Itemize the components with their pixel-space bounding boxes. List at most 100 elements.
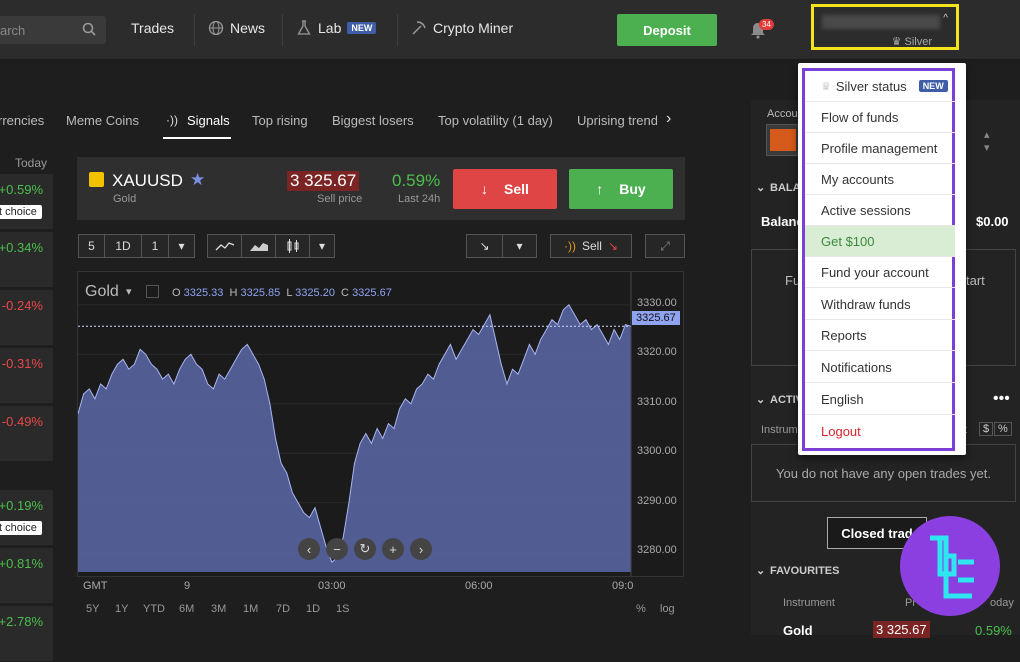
range-1m[interactable]: 1M: [243, 603, 258, 615]
y-tick: 3330.00: [637, 296, 677, 309]
trend-arrow-icon[interactable]: ↘: [466, 234, 503, 258]
range-5y[interactable]: 5Y: [86, 603, 99, 615]
dollar-toggle[interactable]: $: [979, 422, 994, 436]
toolbar-count[interactable]: 1: [141, 234, 169, 258]
list-item[interactable]: +0.19% t choice: [0, 490, 53, 546]
toolbar-period[interactable]: 1D: [104, 234, 142, 258]
favourites-header[interactable]: FAVOURITES: [770, 565, 839, 577]
notification-count-badge: 34: [759, 19, 774, 30]
balance-section-header[interactable]: BALA: [770, 182, 801, 194]
nav-crypto-miner[interactable]: Crypto Miner: [411, 20, 513, 36]
globe-icon: [208, 20, 224, 36]
list-item-change: +0.81%: [0, 556, 43, 571]
dropdown-item-flow-of-funds[interactable]: Flow of funds: [805, 102, 955, 133]
tab-biggest-losers[interactable]: Biggest losers: [332, 113, 414, 128]
chevron-down-icon[interactable]: ⌄: [756, 564, 765, 577]
dropdown-item-english[interactable]: English: [805, 384, 955, 415]
dropdown-item-label: Logout: [821, 424, 861, 439]
zoom-out-icon[interactable]: −: [326, 538, 348, 560]
log-scale-toggle[interactable]: log: [660, 603, 675, 615]
gold-icon: [89, 172, 104, 187]
percent-scale-toggle[interactable]: %: [636, 603, 646, 615]
dropdown-item-silver-status[interactable]: ♛ Silver status NEW: [805, 71, 955, 102]
tab-currencies[interactable]: rrencies: [0, 113, 44, 128]
dropdown-item-logout[interactable]: Logout: [805, 416, 955, 447]
fav-instrument-name[interactable]: Gold: [783, 623, 813, 638]
range-1y[interactable]: 1Y: [115, 603, 128, 615]
tab-uprising-trend[interactable]: Uprising trend: [577, 113, 657, 128]
dropdown-item-withdraw-funds[interactable]: Withdraw funds: [805, 289, 955, 320]
range-1s[interactable]: 1S: [336, 603, 349, 615]
range-7d[interactable]: 7D: [276, 603, 290, 615]
dropdown-item-get-100[interactable]: Get $100: [805, 226, 955, 257]
chart-title[interactable]: Gold: [85, 283, 119, 301]
tab-top-volatility[interactable]: Top volatility (1 day): [438, 113, 553, 128]
start-card-text-right: tart: [966, 273, 985, 288]
dropdown-item-notifications[interactable]: Notifications: [805, 352, 955, 383]
range-1d[interactable]: 1D: [306, 603, 320, 615]
chevron-down-icon[interactable]: ▾: [309, 234, 335, 258]
deposit-button[interactable]: Deposit: [617, 14, 717, 46]
range-ytd[interactable]: YTD: [143, 603, 165, 615]
candlestick-icon[interactable]: [275, 234, 310, 258]
nav-trades[interactable]: Trades: [131, 20, 174, 36]
chevron-down-icon[interactable]: ▾: [168, 234, 195, 258]
range-3m[interactable]: 3M: [211, 603, 226, 615]
chevron-up-down-icon[interactable]: ▴ ▾: [984, 128, 990, 154]
list-item-change: -0.31%: [1, 356, 43, 371]
toolbar-num[interactable]: 5: [78, 234, 105, 258]
instrument-column-header: Instrum: [761, 424, 798, 436]
account-logo-icon: [770, 129, 796, 151]
chevron-left-icon[interactable]: ‹: [298, 538, 320, 560]
price-chart[interactable]: [77, 271, 684, 577]
fav-instrument-header: Instrument: [783, 597, 835, 609]
nav-news[interactable]: News: [208, 20, 265, 36]
chevron-right-icon[interactable]: ›: [410, 538, 432, 560]
dropdown-item-fund-your-account[interactable]: Fund your account: [805, 257, 955, 288]
list-item[interactable]: -0.49%: [0, 406, 53, 462]
list-item[interactable]: +2.78%: [0, 606, 53, 662]
tab-meme-coins[interactable]: Meme Coins: [66, 113, 139, 128]
zoom-in-icon[interactable]: +: [382, 538, 404, 560]
ohlc-readout: O 3325.33 H 3325.85 L 3325.20 C 3325.67: [172, 287, 392, 299]
dropdown-item-my-accounts[interactable]: My accounts: [805, 164, 955, 195]
sell-button[interactable]: ↓ Sell: [453, 169, 557, 209]
fullscreen-icon[interactable]: ⤢: [645, 234, 685, 258]
dropdown-item-active-sessions[interactable]: Active sessions: [805, 195, 955, 226]
search-input[interactable]: arch: [0, 16, 106, 44]
buy-button[interactable]: ↑ Buy: [569, 169, 673, 209]
account-menu-button[interactable]: ^ ♛ Silver: [811, 4, 959, 50]
list-item-change: -0.24%: [1, 298, 43, 313]
nav-lab[interactable]: Lab NEW: [296, 20, 377, 36]
percent-toggle[interactable]: %: [994, 422, 1012, 436]
range-6m[interactable]: 6M: [179, 603, 194, 615]
signal-sell-button[interactable]: ·)) Sell ↘: [550, 234, 632, 258]
area-chart-icon[interactable]: [241, 234, 276, 258]
indicator-icon[interactable]: [146, 285, 159, 298]
list-item[interactable]: +0.59% t choice: [0, 174, 53, 230]
chevron-down-icon[interactable]: ⌄: [756, 181, 765, 194]
crown-icon: ♛: [891, 36, 905, 48]
dropdown-item-profile-management[interactable]: Profile management: [805, 133, 955, 164]
account-tier: ♛ Silver: [892, 35, 932, 48]
ohlc-open: 3325.33: [183, 287, 224, 299]
chevron-down-icon[interactable]: ▾: [502, 234, 537, 258]
chevron-down-icon[interactable]: ▾: [126, 285, 132, 298]
list-item[interactable]: -0.24%: [0, 290, 53, 346]
sell-button-label: Sell: [504, 181, 529, 197]
dropdown-item-label: Profile management: [821, 140, 938, 156]
favourite-star-icon[interactable]: ★: [190, 170, 205, 190]
list-item[interactable]: +0.81%: [0, 548, 53, 604]
ohlc-low: 3325.20: [295, 287, 335, 299]
chevron-down-icon[interactable]: ⌄: [756, 393, 765, 406]
tab-signals[interactable]: Signals: [187, 113, 230, 128]
line-chart-icon[interactable]: [207, 234, 242, 258]
dropdown-item-reports[interactable]: Reports: [805, 320, 955, 351]
list-item[interactable]: -0.31%: [0, 348, 53, 404]
y-tick: 3300.00: [637, 445, 677, 458]
reset-icon[interactable]: ↻: [354, 538, 376, 560]
more-options-icon[interactable]: •••: [993, 390, 1010, 408]
chevron-right-icon[interactable]: ›: [666, 110, 671, 128]
list-item[interactable]: +0.34%: [0, 232, 53, 288]
tab-top-rising[interactable]: Top rising: [252, 113, 308, 128]
